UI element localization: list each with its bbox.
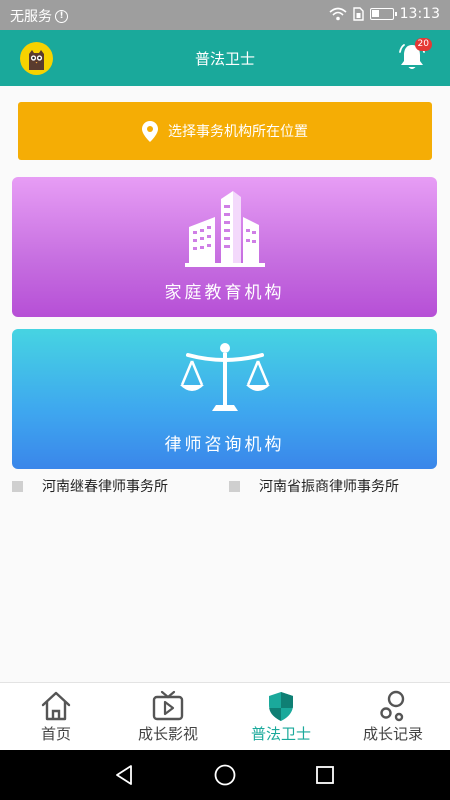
firm-image-placeholder xyxy=(229,480,240,492)
page-title: 普法卫士 xyxy=(194,50,255,68)
tab-label: 普法卫士 xyxy=(250,725,311,743)
firm-item[interactable]: 河南继春律师事务所 xyxy=(12,476,168,496)
clock-time: 13:13 xyxy=(399,6,440,22)
firm-list: 河南继春律师事务所 河南省振商律师事务所 xyxy=(0,476,450,500)
lawyer-consult-card[interactable]: 律师咨询机构 xyxy=(12,329,437,469)
bottom-tab-bar: 首页 成长影视 普法卫士 成长记录 xyxy=(0,682,450,750)
recent-apps-icon[interactable] xyxy=(313,763,337,787)
family-education-label: 家庭教育机构 xyxy=(164,283,285,303)
tv-play-icon xyxy=(152,690,184,721)
family-education-card[interactable]: 家庭教育机构 xyxy=(12,177,437,317)
building-icon xyxy=(184,191,265,267)
sim-card-icon xyxy=(352,7,364,21)
tab-law-guard[interactable]: 普法卫士 xyxy=(225,683,337,751)
tab-growth-video[interactable]: 成长影视 xyxy=(112,683,224,751)
carrier-text: 无服务 xyxy=(10,9,52,25)
record-circles-icon xyxy=(380,690,405,722)
wifi-icon xyxy=(329,7,347,21)
tab-label: 成长影视 xyxy=(137,725,198,743)
home-circle-icon[interactable] xyxy=(213,763,237,787)
back-icon[interactable] xyxy=(113,763,137,787)
alert-icon: ! xyxy=(55,9,68,23)
select-location-button[interactable]: 选择事务机构所在位置 xyxy=(18,102,432,160)
firm-name: 河南省振商律师事务所 xyxy=(259,479,399,495)
firm-name: 河南继春律师事务所 xyxy=(42,479,168,495)
notification-button[interactable]: 20 xyxy=(398,38,432,72)
scales-icon xyxy=(179,343,270,411)
status-bar: 无服务 ! 13:13 xyxy=(0,0,450,30)
battery-icon xyxy=(369,8,397,20)
notification-badge: 20 xyxy=(414,38,432,51)
map-pin-icon xyxy=(142,120,158,142)
select-location-label: 选择事务机构所在位置 xyxy=(168,124,308,140)
tab-label: 首页 xyxy=(40,725,71,743)
tab-label: 成长记录 xyxy=(362,725,423,743)
main-content: 选择事务机构所在位置 家庭教育机构 律师咨询机构 河南继春律师事务所 河南省振商… xyxy=(0,86,450,682)
home-icon xyxy=(41,691,71,721)
shield-icon xyxy=(269,692,293,721)
firm-item[interactable]: 河南省振商律师事务所 xyxy=(229,476,399,496)
lawyer-consult-label: 律师咨询机构 xyxy=(164,435,285,455)
tab-growth-record[interactable]: 成长记录 xyxy=(337,683,449,751)
tab-home[interactable]: 首页 xyxy=(0,683,112,751)
system-nav-bar xyxy=(0,750,450,800)
firm-image-placeholder xyxy=(12,480,23,492)
app-header: 普法卫士 20 xyxy=(0,30,450,86)
